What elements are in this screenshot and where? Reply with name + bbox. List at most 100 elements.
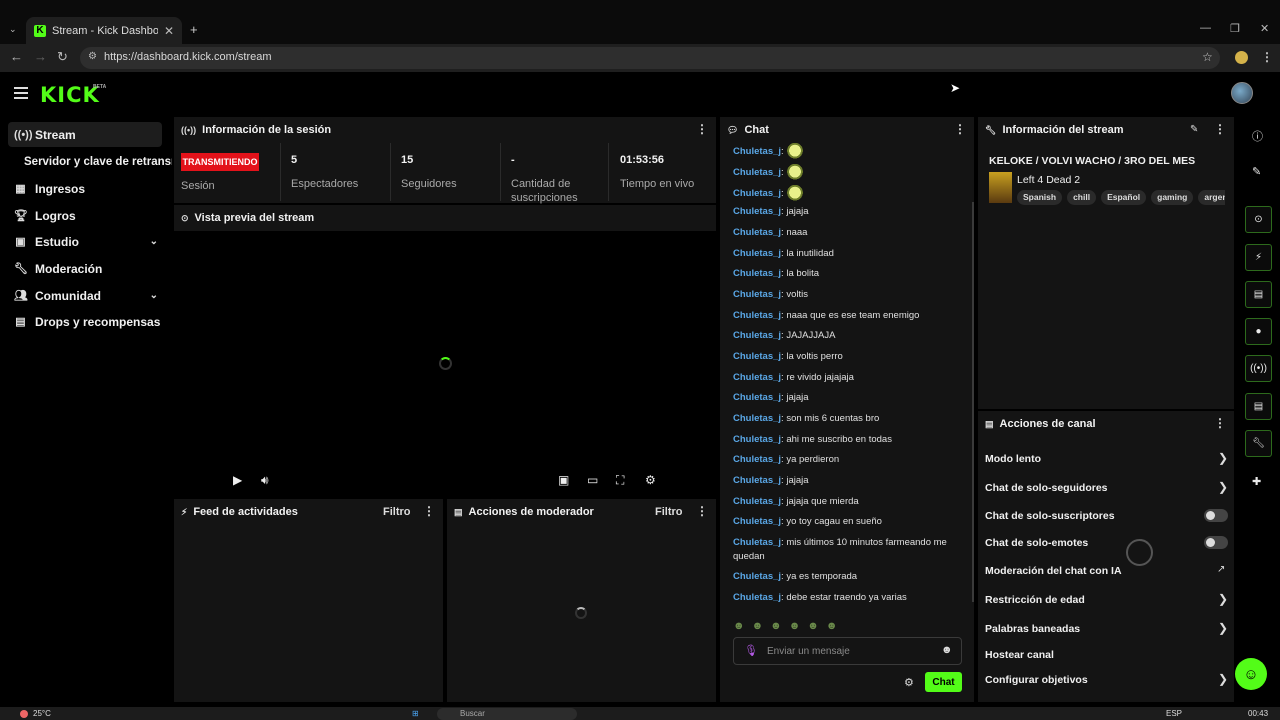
rail-activity-button[interactable]: ⚡︎ [1245, 244, 1272, 271]
chevron-right-icon[interactable]: ❯ [1218, 592, 1228, 606]
rail-stream-info-button[interactable]: 🔧︎ [1245, 430, 1272, 457]
rail-session-button[interactable]: ((•)) [1245, 355, 1272, 382]
chat-username[interactable]: Chuletas_j [733, 206, 781, 217]
sidebar-item-drops[interactable]: ▤ Drops y recompensas [8, 309, 162, 334]
chat-username[interactable]: Chuletas_j [733, 268, 781, 279]
tag[interactable]: argentina [1198, 190, 1225, 205]
more-options-icon[interactable]: ⋮ [423, 505, 435, 517]
more-options-icon[interactable]: ⋮ [954, 123, 966, 135]
chat-message-input[interactable]: 🎙︎ Enviar un mensaje ☻ [733, 637, 962, 665]
chat-username[interactable]: Chuletas_j [733, 434, 781, 445]
theater-mode-icon[interactable]: ▭ [587, 473, 598, 487]
chat-username[interactable]: Chuletas_j [733, 289, 781, 300]
profile-icon[interactable] [1235, 51, 1248, 64]
miniplayer-icon[interactable]: ▣ [558, 473, 569, 487]
more-options-icon[interactable]: ⋮ [1214, 123, 1226, 135]
maximize-icon[interactable]: ❐ [1230, 22, 1240, 35]
sidebar-item-server-key[interactable]: Servidor y clave de retransm [8, 149, 172, 174]
minimize-icon[interactable]: — [1200, 22, 1211, 34]
chat-username[interactable]: Chuletas_j [733, 372, 781, 383]
tag[interactable]: Español [1101, 190, 1147, 205]
hamburger-menu-icon[interactable] [14, 87, 28, 102]
rail-preview-button[interactable]: ⊙ [1245, 206, 1272, 233]
sidebar-item-stream[interactable]: ((•)) Stream [8, 122, 162, 147]
play-icon[interactable]: ▶ [233, 473, 242, 487]
chat-username[interactable]: Chuletas_j [733, 188, 781, 199]
browser-tab[interactable]: K Stream - Kick Dashboard ✕ [26, 17, 182, 44]
more-options-icon[interactable]: ⋮ [696, 123, 708, 135]
rail-chat-button[interactable]: ● [1245, 318, 1272, 345]
action-age-restriction[interactable]: Restricción de edad [985, 594, 1085, 606]
user-avatar[interactable] [1231, 82, 1253, 104]
chevron-right-icon[interactable]: ❯ [1218, 480, 1228, 494]
help-button[interactable]: ☺ [1235, 658, 1267, 690]
chat-username[interactable]: Chuletas_j [733, 167, 781, 178]
filter-button[interactable]: Filtro [655, 506, 683, 518]
action-host-channel[interactable]: Hostear canal [985, 649, 1054, 661]
back-icon[interactable]: ← [10, 49, 23, 64]
chat-username[interactable]: Chuletas_j [733, 392, 781, 403]
site-info-icon[interactable]: ⚙ [88, 51, 97, 62]
sidebar-item-comunidad[interactable]: 👥︎ Comunidad ⌄ [8, 283, 162, 308]
tag[interactable]: chill [1067, 190, 1097, 205]
action-configure-goals[interactable]: Configurar objetivos [985, 674, 1088, 686]
action-ai-moderation[interactable]: Moderación del chat con IA [985, 565, 1122, 577]
chat-username[interactable]: Chuletas_j [733, 413, 781, 424]
emotes-only-toggle[interactable] [1204, 536, 1228, 549]
chat-username[interactable]: Chuletas_j [733, 248, 781, 259]
emoji-icon[interactable]: ☻ [941, 644, 953, 656]
chat-send-button[interactable]: Chat [925, 672, 962, 692]
windows-start-icon[interactable]: ⊞ [412, 709, 419, 718]
tag[interactable]: gaming [1151, 190, 1194, 205]
chevron-right-icon[interactable]: ❯ [1218, 672, 1228, 686]
bookmark-star-icon[interactable]: ☆ [1202, 50, 1213, 64]
action-followers-only[interactable]: Chat de solo-seguidores [985, 482, 1108, 494]
reload-icon[interactable]: ↻ [57, 49, 68, 65]
chat-username[interactable]: Chuletas_j [733, 496, 781, 507]
kick-logo[interactable]: KICK [40, 83, 100, 107]
tag[interactable]: Spanish [1017, 190, 1063, 205]
external-link-icon[interactable]: ↗ [1217, 564, 1225, 575]
window-close-icon[interactable]: ✕ [1260, 22, 1269, 35]
subscribers-only-toggle[interactable] [1204, 509, 1228, 522]
chat-scrollbar[interactable] [972, 202, 974, 602]
url-field[interactable]: ⚙ https://dashboard.kick.com/stream ☆ [80, 47, 1220, 69]
more-options-icon[interactable]: ⋮ [1214, 417, 1226, 429]
browser-menu-icon[interactable]: ⋮ [1261, 50, 1273, 64]
chat-username[interactable]: Chuletas_j [733, 571, 781, 582]
chat-username[interactable]: Chuletas_j [733, 454, 781, 465]
action-banned-words[interactable]: Palabras baneadas [985, 623, 1080, 635]
taskbar-search[interactable] [437, 708, 577, 720]
chat-username[interactable]: Chuletas_j [733, 537, 781, 548]
chat-username[interactable]: Chuletas_j [733, 146, 781, 157]
action-slow-mode[interactable]: Modo lento [985, 453, 1041, 465]
new-tab-icon[interactable]: + [190, 22, 198, 37]
sidebar-item-moderacion[interactable]: 🔧︎ Moderación [8, 256, 162, 281]
tab-list-chevron-icon[interactable]: ⌄ [9, 24, 17, 35]
rail-channel-actions-button[interactable]: ▤ [1245, 393, 1272, 420]
sidebar-item-ingresos[interactable]: ▦ Ingresos [8, 176, 162, 201]
chat-settings-icon[interactable]: ⚙ [904, 676, 914, 689]
chat-username[interactable]: Chuletas_j [733, 227, 781, 238]
microphone-icon[interactable]: 🎙︎ [744, 644, 758, 657]
edit-pencil-icon[interactable]: ✎ [1252, 165, 1261, 178]
forward-icon[interactable]: → [34, 49, 47, 64]
chat-username[interactable]: Chuletas_j [733, 516, 781, 527]
sidebar-item-logros[interactable]: 🏆︎ Logros [8, 203, 162, 228]
chat-username[interactable]: Chuletas_j [733, 310, 781, 321]
settings-gear-icon[interactable]: ⚙ [645, 473, 656, 487]
chat-username[interactable]: Chuletas_j [733, 351, 781, 362]
edit-pencil-icon[interactable]: ✎ [1190, 124, 1198, 135]
fullscreen-icon[interactable]: ⛶ [616, 473, 624, 488]
tab-close-icon[interactable]: ✕ [164, 24, 174, 38]
volume-icon[interactable]: 🔊︎ [261, 473, 269, 488]
filter-button[interactable]: Filtro [383, 506, 411, 518]
add-widget-icon[interactable]: ✚ [1252, 475, 1261, 488]
chat-username[interactable]: Chuletas_j [733, 330, 781, 341]
sidebar-item-estudio[interactable]: ▣ Estudio ⌄ [8, 229, 162, 254]
more-options-icon[interactable]: ⋮ [696, 505, 708, 517]
chevron-right-icon[interactable]: ❯ [1218, 621, 1228, 635]
chat-username[interactable]: Chuletas_j [733, 475, 781, 486]
info-icon[interactable]: ⓘ [1252, 128, 1263, 144]
rail-modactions-button[interactable]: ▤ [1245, 281, 1272, 308]
